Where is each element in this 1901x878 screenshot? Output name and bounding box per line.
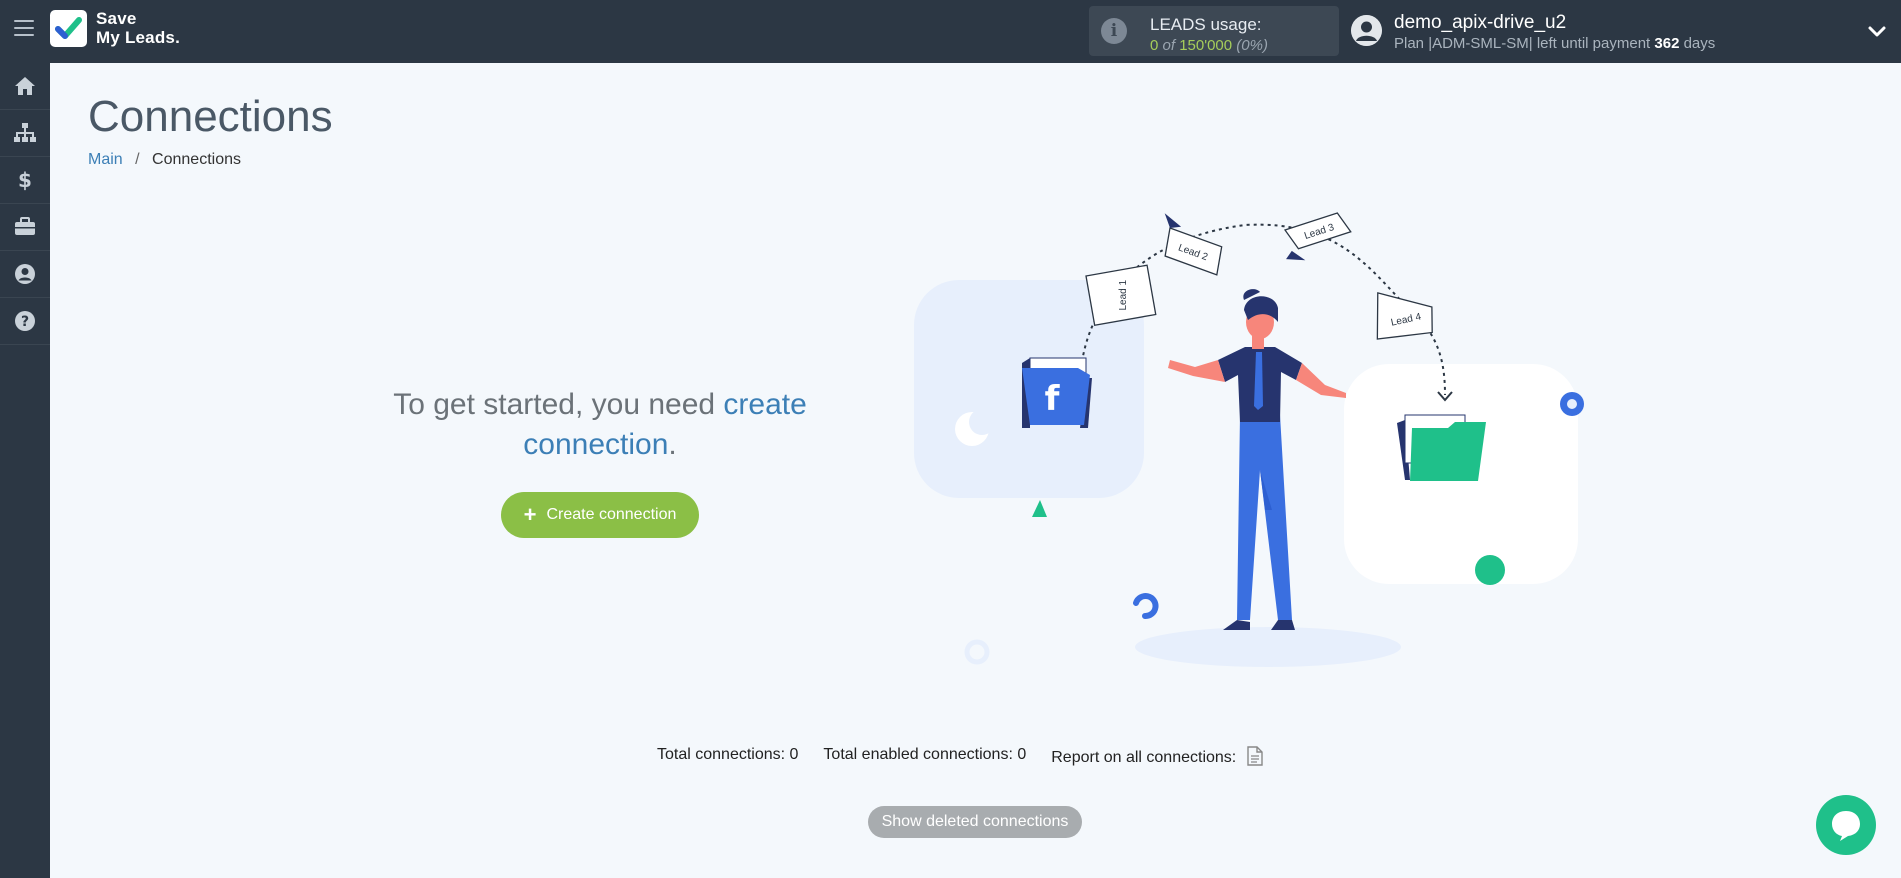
breadcrumb-current: Connections bbox=[152, 151, 241, 168]
report-file-icon[interactable] bbox=[1246, 746, 1263, 766]
usage-of: of bbox=[1162, 37, 1176, 54]
plan-days-suffix: days bbox=[1683, 35, 1716, 52]
usage-used: 0 bbox=[1150, 37, 1159, 54]
chat-bubble-icon bbox=[1832, 811, 1860, 841]
svg-text:$: $ bbox=[18, 168, 32, 192]
top-bar: Save My Leads. i LEADS usage: 0 of 150'0… bbox=[0, 0, 1901, 63]
create-connection-button[interactable]: + Create connection bbox=[501, 492, 699, 538]
leads-usage-panel: i LEADS usage: 0 of 150'000 (0%) bbox=[1089, 6, 1339, 56]
intro-text: To get started, you need bbox=[393, 388, 716, 421]
logo-text[interactable]: Save My Leads. bbox=[96, 9, 180, 47]
lead-paper-2: Lead 2 bbox=[1164, 213, 1223, 276]
avatar[interactable] bbox=[1351, 15, 1382, 46]
breadcrumb: Main / Connections bbox=[88, 151, 241, 169]
logo-line-2: My Leads. bbox=[96, 28, 180, 47]
sidebar-item-connections[interactable] bbox=[0, 110, 50, 157]
sidebar: $ ? bbox=[0, 63, 50, 878]
lead-paper-3: Lead 3 bbox=[1283, 212, 1352, 261]
lead-paper-1: Lead 1 bbox=[1085, 264, 1157, 326]
total-enabled-connections: Total enabled connections: 0 bbox=[823, 746, 1027, 763]
question-circle-icon: ? bbox=[15, 311, 35, 331]
facebook-folder-icon: f bbox=[1022, 357, 1092, 428]
report-label: Report on all connections: bbox=[1051, 749, 1237, 766]
logo-line-1: Save bbox=[96, 9, 137, 28]
chevron-down-icon[interactable] bbox=[1866, 20, 1888, 42]
briefcase-icon bbox=[15, 217, 35, 235]
home-icon bbox=[15, 77, 35, 95]
sidebar-item-tools[interactable] bbox=[0, 204, 50, 251]
sidebar-item-billing[interactable]: $ bbox=[0, 157, 50, 204]
plus-icon: + bbox=[523, 502, 537, 527]
triangle-shape bbox=[1032, 500, 1047, 517]
empty-state-text: To get started, you need create connecti… bbox=[380, 385, 820, 465]
page-title: Connections bbox=[88, 92, 333, 141]
facebook-logo-text: f bbox=[1045, 379, 1061, 419]
create-connection-label: Create connection bbox=[546, 506, 677, 523]
breadcrumb-main-link[interactable]: Main bbox=[88, 151, 123, 168]
lead-label-1: Lead 1 bbox=[1118, 280, 1129, 311]
ring-shape bbox=[964, 639, 990, 665]
chat-widget-button[interactable] bbox=[1816, 795, 1876, 855]
sidebar-item-help[interactable]: ? bbox=[0, 298, 50, 345]
report-all-connections: Report on all connections: bbox=[1051, 746, 1263, 767]
svg-text:?: ? bbox=[21, 314, 29, 330]
usage-percent: (0%) bbox=[1236, 37, 1268, 54]
connections-illustration: Lead 1 Lead 2 Lead 3 Lead 4 f bbox=[914, 212, 1584, 667]
sidebar-item-profile[interactable] bbox=[0, 251, 50, 298]
user-name[interactable]: demo_apix-drive_u2 bbox=[1394, 12, 1566, 34]
show-deleted-connections-button[interactable]: Show deleted connections bbox=[868, 806, 1082, 838]
total-connections: Total connections: 0 bbox=[657, 746, 799, 763]
plan-prefix: Plan |ADM-SML-SM| left until payment bbox=[1394, 35, 1651, 52]
sidebar-item-home[interactable] bbox=[0, 63, 50, 110]
user-plan: Plan |ADM-SML-SM| left until payment 362… bbox=[1394, 35, 1715, 52]
floor-shadow bbox=[1135, 627, 1401, 667]
dollar-icon: $ bbox=[18, 168, 32, 192]
breadcrumb-separator: / bbox=[135, 151, 140, 168]
intro-period: . bbox=[668, 428, 677, 461]
info-icon: i bbox=[1101, 18, 1127, 44]
logo-icon[interactable] bbox=[50, 10, 87, 47]
plan-days: 362 bbox=[1654, 35, 1680, 52]
green-dot-shape bbox=[1475, 555, 1505, 585]
usage-value: 0 of 150'000 (0%) bbox=[1150, 37, 1268, 54]
person-illustration bbox=[1168, 289, 1346, 630]
user-circle-icon bbox=[15, 264, 35, 284]
lead-paper-4: Lead 4 bbox=[1376, 292, 1433, 340]
usage-limit: 150'000 bbox=[1179, 37, 1233, 54]
arc-shape bbox=[1133, 593, 1159, 619]
menu-icon[interactable] bbox=[14, 20, 34, 38]
connection-stats: Total connections: 0 Total enabled conne… bbox=[657, 746, 1263, 767]
usage-label: LEADS usage: bbox=[1150, 15, 1262, 34]
sitemap-icon bbox=[14, 123, 36, 142]
